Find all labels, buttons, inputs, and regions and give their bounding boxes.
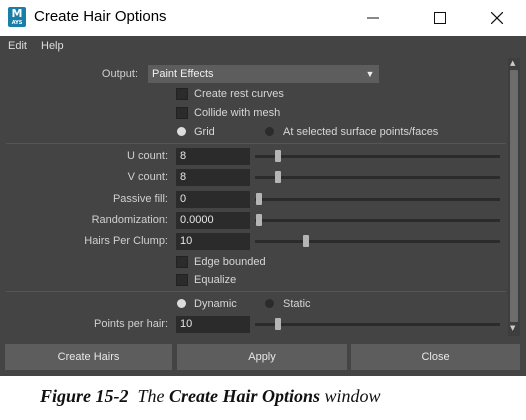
grid-label: Grid: [194, 126, 215, 138]
passive-fill-slider-thumb[interactable]: [256, 193, 262, 205]
dynamic-radio[interactable]: [177, 299, 186, 308]
close-button[interactable]: Close: [351, 344, 520, 370]
hairs-per-clump-slider-track[interactable]: [255, 240, 500, 243]
u-count-slider-track[interactable]: [255, 155, 500, 158]
points-per-hair-slider-track[interactable]: [255, 323, 500, 326]
title-bar: M AYS Create Hair Options: [0, 0, 526, 36]
minimize-icon: [367, 17, 379, 19]
passive-fill-field[interactable]: 0: [176, 191, 250, 208]
u-count-slider-thumb[interactable]: [275, 150, 281, 162]
options-panel: Output: Paint Effects ▼ Create rest curv…: [6, 58, 506, 336]
v-count-label: V count:: [127, 171, 168, 183]
caption-suffix: window: [324, 386, 381, 406]
caption-the: The: [137, 386, 165, 406]
menu-help[interactable]: Help: [41, 40, 64, 52]
output-value: Paint Effects: [152, 68, 214, 80]
maya-app-icon: M AYS: [8, 7, 26, 27]
hairs-per-clump-label: Hairs Per Clump:: [84, 235, 168, 247]
edge-bounded-label: Edge bounded: [194, 256, 266, 268]
scroll-down-icon[interactable]: ▼: [510, 324, 515, 332]
points-per-hair-slider-thumb[interactable]: [275, 318, 281, 330]
edge-bounded-checkbox[interactable]: [176, 256, 188, 268]
v-count-slider-thumb[interactable]: [275, 171, 281, 183]
menu-bar: Edit Help: [0, 36, 526, 58]
window-title: Create Hair Options: [34, 8, 167, 25]
create-rest-curves-label: Create rest curves: [194, 88, 284, 100]
static-radio[interactable]: [265, 299, 274, 308]
collide-with-mesh-label: Collide with mesh: [194, 107, 281, 119]
vertical-scrollbar[interactable]: ▲ ▼: [508, 58, 520, 336]
caption-window-name: Create Hair Options: [169, 386, 321, 406]
chevron-down-icon: ▼: [361, 65, 379, 83]
close-window-button[interactable]: [474, 0, 520, 36]
dialog-window: M AYS Create Hair Options Edit Help Outp…: [0, 0, 526, 376]
selected-points-radio[interactable]: [265, 127, 274, 136]
collide-with-mesh-checkbox[interactable]: [176, 107, 188, 119]
randomization-slider-track[interactable]: [255, 219, 500, 222]
dynamic-label: Dynamic: [194, 298, 237, 310]
passive-fill-label: Passive fill:: [112, 193, 168, 205]
selected-points-label: At selected surface points/faces: [283, 126, 439, 138]
hairs-per-clump-slider-thumb[interactable]: [303, 235, 309, 247]
points-per-hair-label: Points per hair:: [94, 318, 168, 330]
create-rest-curves-checkbox[interactable]: [176, 88, 188, 100]
v-count-slider-track[interactable]: [255, 176, 500, 179]
app-icon-letter: M: [11, 7, 23, 20]
v-count-field[interactable]: 8: [176, 169, 250, 186]
randomization-field[interactable]: 0.0000: [176, 212, 250, 229]
apply-button[interactable]: Apply: [177, 344, 347, 370]
scroll-up-icon[interactable]: ▲: [510, 59, 515, 67]
maximize-icon: [434, 12, 446, 24]
menu-edit[interactable]: Edit: [8, 40, 27, 52]
section-divider: [6, 291, 506, 292]
passive-fill-slider-track[interactable]: [255, 198, 500, 201]
u-count-field[interactable]: 8: [176, 148, 250, 165]
u-count-label: U count:: [127, 150, 168, 162]
hairs-per-clump-field[interactable]: 10: [176, 233, 250, 250]
output-dropdown[interactable]: Paint Effects ▼: [148, 65, 379, 83]
output-label: Output:: [101, 68, 138, 80]
randomization-slider-thumb[interactable]: [256, 214, 262, 226]
maximize-button[interactable]: [417, 0, 463, 36]
button-bar: Create Hairs Apply Close: [0, 340, 526, 372]
equalize-checkbox[interactable]: [176, 274, 188, 286]
create-hairs-button[interactable]: Create Hairs: [5, 344, 172, 370]
grid-radio[interactable]: [177, 127, 186, 136]
section-divider: [6, 143, 506, 144]
app-icon-sub: AYS: [11, 20, 23, 26]
scrollbar-thumb[interactable]: [510, 70, 518, 322]
figure-caption: Figure 15-2 The Create Hair Options wind…: [40, 386, 381, 407]
randomization-label: Randomization:: [91, 214, 168, 226]
minimize-button[interactable]: [350, 0, 396, 36]
static-label: Static: [283, 298, 311, 310]
figure-number: Figure 15-2: [40, 386, 129, 406]
close-icon: [491, 12, 503, 24]
points-per-hair-field[interactable]: 10: [176, 316, 250, 333]
equalize-label: Equalize: [194, 274, 237, 286]
